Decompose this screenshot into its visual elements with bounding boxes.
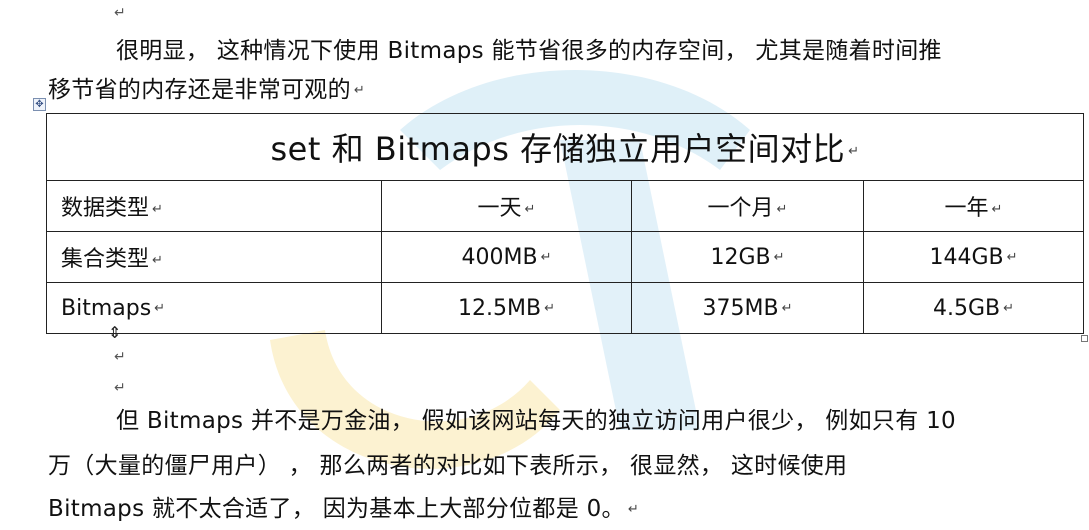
table-cell[interactable]: 400MB ↵ — [381, 231, 632, 283]
cell-mark: ↵ — [848, 143, 860, 159]
paragraph-1-text-1: 很明显， 这种情况下使用 Bitmaps 能节省很多的内存空间， 尤其是随着时间… — [116, 38, 942, 64]
cell-mark: ↵ — [1006, 250, 1018, 265]
table-title-row: set 和 Bitmaps 存储独立用户空间对比 ↵ — [46, 113, 1084, 181]
comparison-table: set 和 Bitmaps 存储独立用户空间对比 ↵ 数据类型 ↵ 一天 ↵ 一个月 ↵… — [46, 113, 1084, 334]
paragraph-1-line-1: 很明显， 这种情况下使用 Bitmaps 能节省很多的内存空间， 尤其是随着时间… — [48, 32, 1048, 71]
row-label-set: 集合类型 — [61, 247, 150, 272]
table-cell[interactable]: Bitmaps ↵ — [46, 282, 382, 334]
cell-mark: ↵ — [781, 301, 793, 316]
paragraph-1-line-2: 移节省的内存还是非常可观的 ↵ — [48, 71, 1048, 110]
cell-mark: ↵ — [544, 301, 555, 316]
paragraph-mark: ↵ — [353, 83, 366, 98]
paragraph-mark: ↵ — [114, 5, 126, 21]
paragraph-2-text-1: 但 Bitmaps 并不是万金油， 假如该网站每天的独立访问用户很少， 例如只有… — [116, 408, 956, 434]
cell-mark: ↵ — [154, 301, 166, 316]
paragraph-2-line-1: 但 Bitmaps 并不是万金油， 假如该网站每天的独立访问用户很少， 例如只有… — [48, 402, 1048, 441]
document-page: ↵ 很明显， 这种情况下使用 Bitmaps 能节省很多的内存空间， 尤其是随着… — [0, 0, 1089, 526]
cell-value: 12GB — [710, 244, 771, 270]
paragraph-2-text-2: 万（大量的僵尸用户） ， 那么两者的对比如下表所示， 很显然， 这时候使用 — [48, 453, 848, 479]
table-row: Bitmaps ↵ 12.5MB ↵ 375MB ↵ 4.5GB ↵ — [46, 282, 1084, 334]
table-cell[interactable]: 集合类型 ↵ — [46, 231, 382, 283]
cell-value: 375MB — [702, 295, 779, 321]
table-move-handle-icon[interactable]: ✥ — [33, 98, 46, 111]
paragraph-2-line-3: Bitmaps 就不太合适了， 因为基本上大部分位都是 0。 ↵ — [48, 490, 1048, 529]
cell-value: 400MB — [461, 244, 538, 270]
table-resize-handle[interactable] — [1081, 335, 1088, 342]
table-cell[interactable]: 4.5GB ↵ — [863, 282, 1084, 334]
row-resize-cursor-icon: ⇕ — [108, 323, 122, 342]
table-cell[interactable]: 375MB ↵ — [631, 282, 864, 334]
table-header-row: 数据类型 ↵ 一天 ↵ 一个月 ↵ 一年 ↵ — [46, 180, 1084, 232]
table-title: set 和 Bitmaps 存储独立用户空间对比 — [270, 130, 846, 168]
cell-mark: ↵ — [991, 201, 1003, 217]
header-one-year: 一年 — [944, 196, 989, 221]
paragraph-mark: ↵ — [114, 380, 126, 396]
table-cell[interactable]: 144GB ↵ — [863, 231, 1084, 283]
cell-value: 12.5MB — [458, 295, 542, 321]
header-data-type: 数据类型 — [61, 196, 150, 221]
table-cell[interactable]: 一天 ↵ — [381, 180, 632, 232]
paragraph-mark: ↵ — [627, 502, 640, 517]
table-cell[interactable]: 数据类型 ↵ — [46, 180, 382, 232]
table-cell[interactable]: 一年 ↵ — [863, 180, 1084, 232]
paragraph-mark: ↵ — [114, 349, 126, 365]
table-row: 集合类型 ↵ 400MB ↵ 12GB ↵ 144GB ↵ — [46, 231, 1084, 283]
cell-value: 4.5GB — [932, 295, 1001, 321]
table-title-cell[interactable]: set 和 Bitmaps 存储独立用户空间对比 ↵ — [46, 113, 1084, 181]
paragraph-2-text-3: Bitmaps 就不太合适了， 因为基本上大部分位都是 0。 — [48, 496, 625, 522]
table-cell[interactable]: 12GB ↵ — [631, 231, 864, 283]
cell-mark: ↵ — [524, 201, 536, 217]
cell-mark: ↵ — [1003, 301, 1015, 316]
cell-mark: ↵ — [540, 250, 552, 265]
cell-mark: ↵ — [776, 201, 788, 217]
cell-value: 144GB — [929, 244, 1004, 270]
paragraph-1-text-2: 移节省的内存还是非常可观的 — [48, 77, 351, 103]
header-one-day: 一天 — [477, 196, 522, 221]
table-cell[interactable]: 一个月 ↵ — [631, 180, 864, 232]
cell-mark: ↵ — [773, 250, 785, 265]
header-one-month: 一个月 — [707, 196, 774, 221]
cell-mark: ↵ — [152, 201, 163, 217]
cell-mark: ↵ — [152, 252, 163, 268]
row-label-bitmaps: Bitmaps — [61, 295, 152, 321]
paragraph-2-line-2: 万（大量的僵尸用户） ， 那么两者的对比如下表所示， 很显然， 这时候使用 — [48, 447, 1048, 486]
table-cell[interactable]: 12.5MB ↵ — [381, 282, 632, 334]
